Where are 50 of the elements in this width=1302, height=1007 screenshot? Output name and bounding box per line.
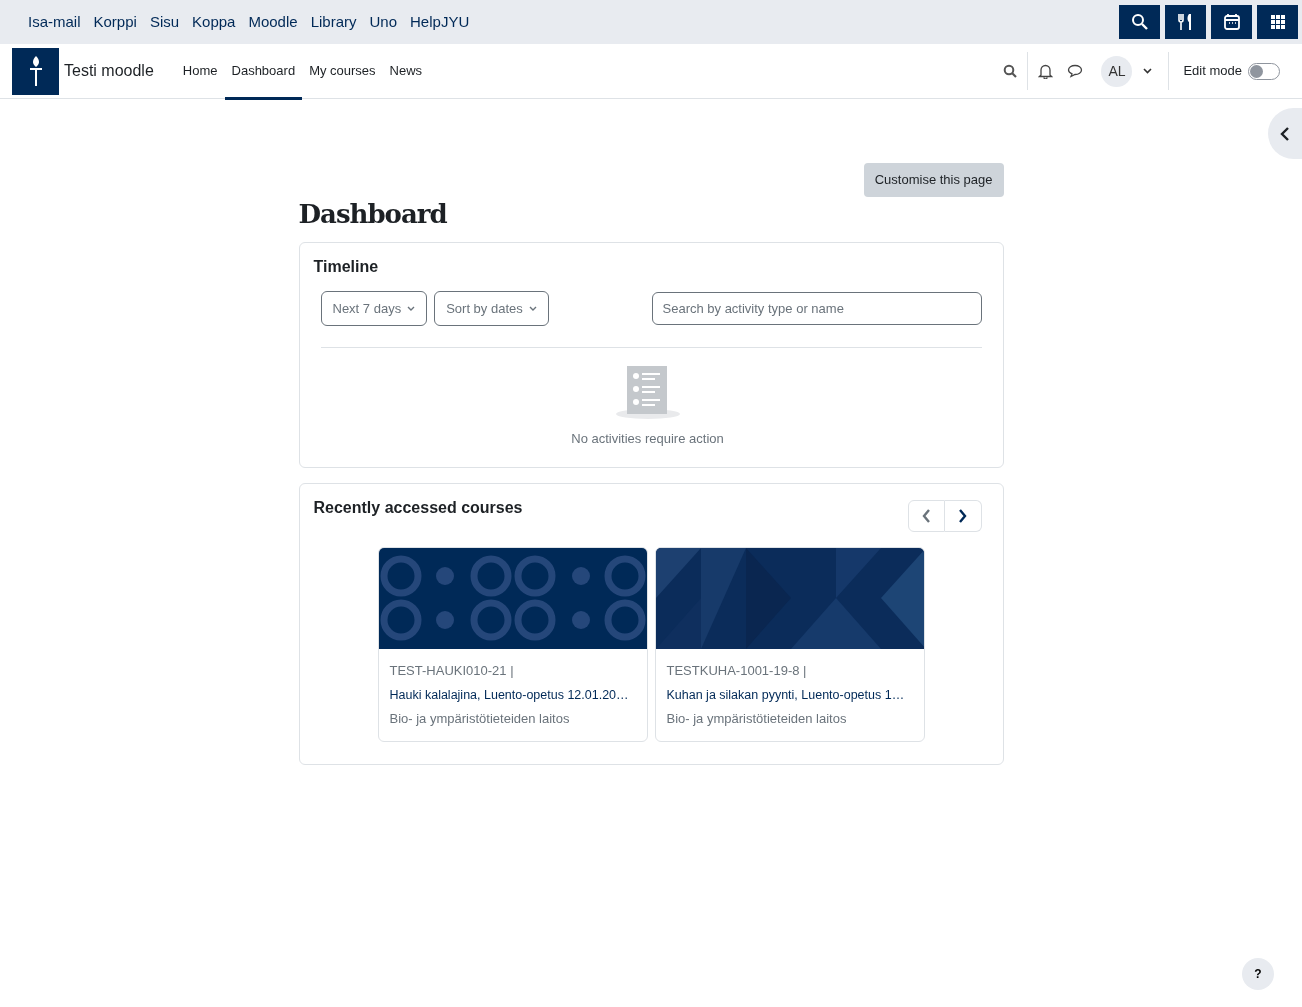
dropdown-button[interactable]: Sort by dates <box>434 290 549 327</box>
dropdown-button[interactable]: Next 7 days <box>320 290 428 327</box>
bell-icon[interactable] <box>1038 63 1054 79</box>
toolbar-button[interactable] <box>1211 5 1252 39</box>
course-code: TESTKUHA-1001-19-8 | <box>666 661 808 680</box>
course-department: Bio- ja ympäristötieteiden laitos <box>666 710 848 729</box>
top-link[interactable]: Uno <box>369 10 398 34</box>
customise-button[interactable]: Customise this page <box>863 163 1004 197</box>
help-button[interactable]: ? <box>1242 958 1274 990</box>
nav-tab[interactable]: Home <box>175 45 225 100</box>
user-avatar[interactable]: AL <box>1101 55 1133 87</box>
caret-icon <box>528 306 537 312</box>
course-name-link[interactable]: Hauki kalalajina, Luento-opetus 12.01.20… <box>389 686 640 706</box>
course-name-link[interactable]: Kuhan ja silakan pyynti, Luento-opetus 1… <box>666 686 917 706</box>
block-title: Recently accessed courses <box>313 497 523 518</box>
nav-tab[interactable]: My courses <box>302 45 383 100</box>
top-link[interactable]: Library <box>310 10 357 34</box>
nav-tab[interactable]: Dashboard <box>224 45 303 100</box>
top-link[interactable]: Koppa <box>192 10 236 34</box>
course-department: Bio- ja ympäristötieteiden laitos <box>389 710 571 729</box>
toolbar-button[interactable] <box>1257 5 1298 39</box>
top-link[interactable]: Sisu <box>149 10 180 34</box>
toolbar-button[interactable] <box>1119 5 1160 39</box>
chevron-left-icon <box>1280 126 1290 141</box>
empty-list-icon <box>614 366 681 421</box>
search-field[interactable]: Search by activity type or name <box>651 291 982 326</box>
chat-bubble-icon[interactable] <box>1067 64 1084 78</box>
chevron-right-icon <box>958 508 967 523</box>
nav-tab[interactable]: News <box>382 45 430 100</box>
top-link[interactable]: Isa-mail <box>28 10 81 34</box>
top-link[interactable]: Moodle <box>248 10 298 34</box>
chevron-left-icon <box>921 508 931 523</box>
search-icon[interactable] <box>1003 64 1018 78</box>
drawer-toggle[interactable] <box>1268 108 1302 159</box>
next-button[interactable] <box>944 499 982 532</box>
block-title: Timeline <box>313 256 380 276</box>
page-title: Dashboard <box>298 198 448 230</box>
caret-icon <box>407 306 416 312</box>
calendar-icon <box>1222 13 1241 31</box>
course-code: TEST-HAUKI010-21 | <box>389 661 515 680</box>
search-icon <box>1130 13 1149 31</box>
toolbar-button[interactable] <box>1165 5 1206 39</box>
caret-icon[interactable] <box>1143 68 1153 74</box>
apps-grid-icon <box>1268 13 1287 31</box>
top-link[interactable]: HelpJYU <box>410 10 470 34</box>
logo-icon[interactable] <box>12 47 59 95</box>
top-link[interactable]: Korppi <box>93 10 137 34</box>
empty-message: No activities require action <box>571 430 724 449</box>
site-name[interactable]: Testi moodle <box>64 59 154 83</box>
edit-mode-label: Edit mode <box>1183 62 1242 81</box>
